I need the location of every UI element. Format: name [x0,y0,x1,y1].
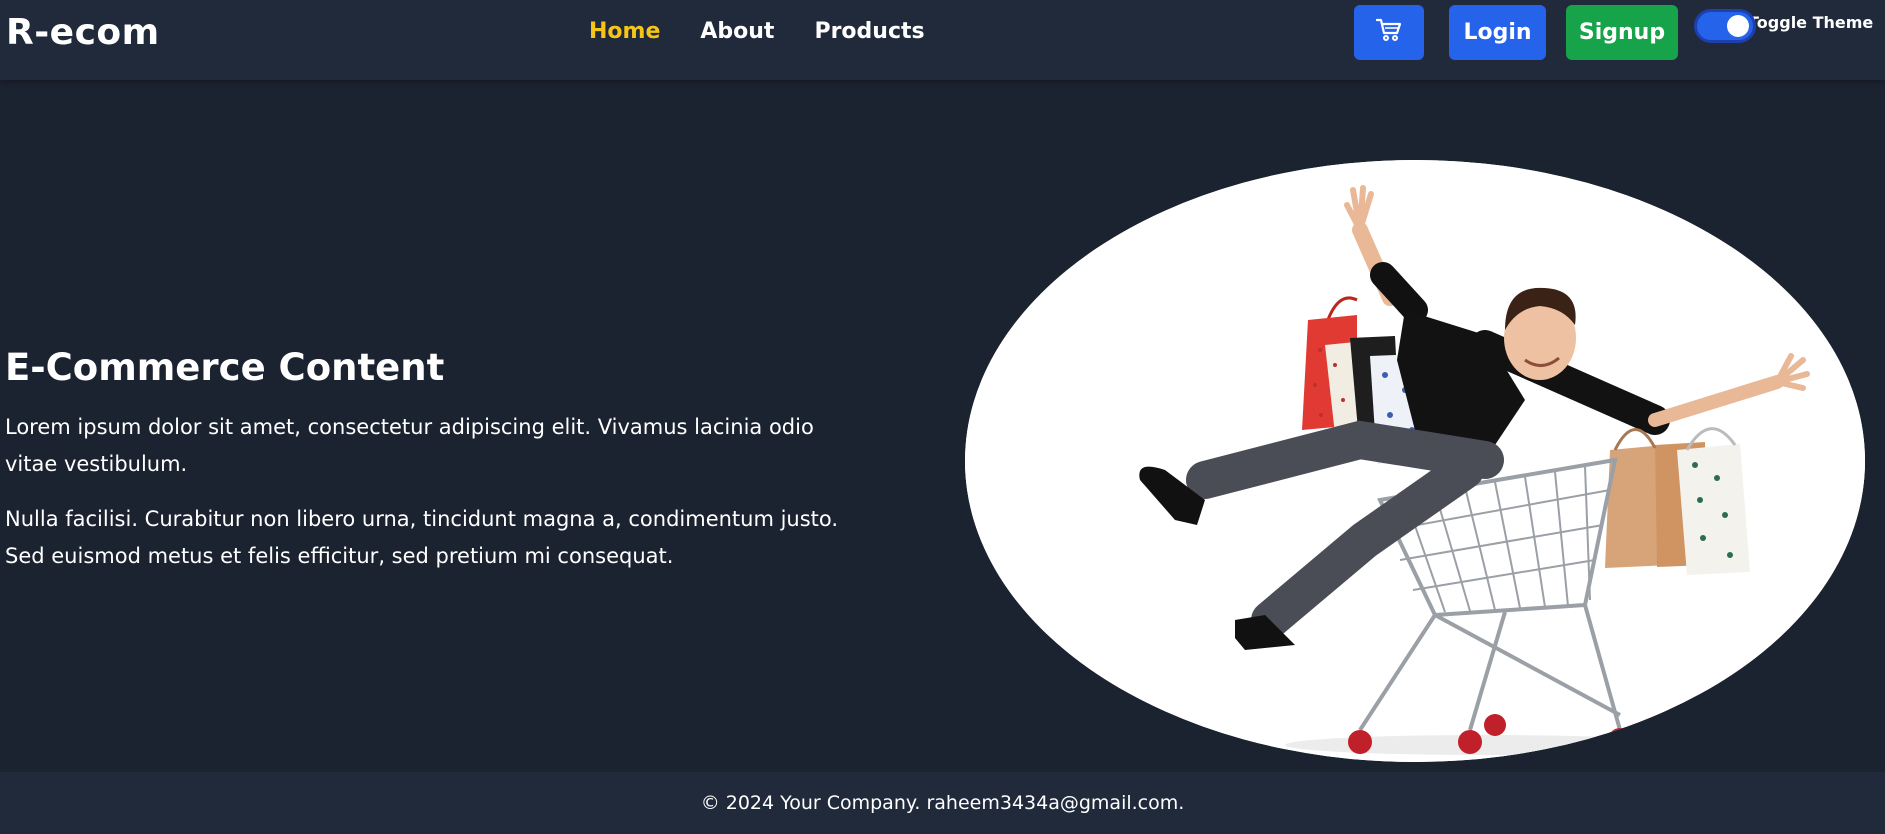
toggle-theme-label: Toggle Theme [1748,12,1874,32]
shopping-cart-icon [1375,18,1402,48]
brand-logo[interactable]: R-ecom [6,12,160,53]
hero-text: E-Commerce Content Lorem ipsum dolor sit… [5,346,855,593]
hero-paragraph-2: Nulla facilisi. Curabitur non libero urn… [5,507,839,568]
nav-link-products[interactable]: Products [814,19,924,44]
nav-link-home[interactable]: Home [589,19,660,44]
signup-button[interactable]: Signup [1566,5,1678,60]
hero-title: E-Commerce Content [5,346,445,389]
toggle-switch[interactable] [1694,9,1756,43]
theme-toggle[interactable]: Toggle Theme [1694,9,1873,43]
shopper-in-cart-illustration [965,160,1865,762]
navbar: R-ecom Home About Products Login Signup … [0,0,1885,80]
toggle-knob [1727,15,1749,37]
hero-image [965,160,1865,762]
footer: © 2024 Your Company. raheem3434a@gmail.c… [0,772,1885,834]
footer-copyright: © 2024 Your Company. raheem3434a@gmail.c… [700,792,1185,814]
nav-link-about[interactable]: About [700,19,774,44]
main-nav: Home About Products [589,19,925,44]
login-button[interactable]: Login [1449,5,1546,60]
shopping-bags-right [1605,427,1750,575]
hero-paragraph-1: Lorem ipsum dolor sit amet, consectetur … [5,415,814,476]
cart-button[interactable] [1354,5,1424,60]
